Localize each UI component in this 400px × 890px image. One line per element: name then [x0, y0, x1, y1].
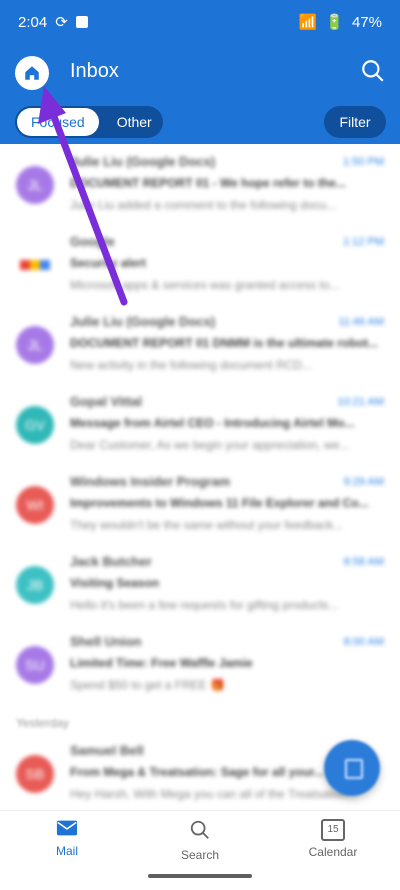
- email-row[interactable]: JB Jack Butcher 8:58 AM Visiting Season …: [0, 546, 400, 626]
- email-subject: Security alert: [70, 256, 147, 270]
- email-time: 8:58 AM: [343, 556, 384, 568]
- nav-mail[interactable]: Mail: [12, 819, 122, 858]
- email-preview: Dear Customer, As we begin your apprecia…: [70, 438, 350, 452]
- nav-calendar-label: Calendar: [308, 845, 358, 859]
- email-sender: Windows Insider Program: [70, 474, 231, 489]
- app-bar: Inbox Focused Other Filter: [0, 44, 400, 144]
- email-preview: They wouldn't be the same without your f…: [70, 518, 344, 532]
- home-icon: [25, 66, 39, 80]
- email-subject: DOCUMENT REPORT 01 DNMM is the ultimate …: [70, 336, 379, 350]
- calendar-icon: 15: [321, 819, 345, 841]
- tab-other[interactable]: Other: [103, 108, 163, 136]
- email-sender: Shell Union: [70, 634, 142, 649]
- email-preview: Spend $50 to get a FREE 🎁: [70, 678, 226, 692]
- avatar: SB: [16, 755, 54, 793]
- email-sender: Gopal Vittal: [70, 394, 142, 409]
- email-sender: Samuel Bell: [70, 743, 144, 758]
- home-button[interactable]: [15, 56, 49, 90]
- email-time: 1:50 PM: [343, 156, 384, 168]
- status-left: 2:04 ⟳: [18, 13, 88, 31]
- avatar: [16, 246, 54, 284]
- email-time: 8:00 AM: [343, 636, 384, 648]
- email-row[interactable]: Google 1:12 PM Security alert Microsoft …: [0, 226, 400, 306]
- home-indicator[interactable]: [148, 874, 252, 878]
- mail-icon: [56, 820, 78, 836]
- status-right: 📶 🔋 47%: [298, 13, 382, 32]
- avatar: WI: [16, 486, 54, 524]
- compose-icon: [345, 759, 363, 779]
- bottom-nav: Mail Search 15 Calendar: [0, 810, 400, 890]
- email-preview: New activity in the following document R…: [70, 358, 313, 372]
- email-subject: Limited Time: Free Waffle Jamie: [70, 656, 253, 670]
- email-row[interactable]: SU Shell Union 8:00 AM Limited Time: Fre…: [0, 626, 400, 706]
- sync-icon: ⟳: [55, 14, 68, 31]
- app-icon: [75, 16, 88, 28]
- email-sender: Jack Butcher: [70, 554, 152, 569]
- tab-focused[interactable]: Focused: [17, 108, 99, 136]
- email-sender: Google: [70, 234, 115, 249]
- page-title: Inbox: [70, 60, 119, 82]
- nav-mail-label: Mail: [55, 844, 78, 858]
- nav-calendar[interactable]: 15 Calendar: [278, 819, 388, 859]
- search-icon: [190, 820, 209, 839]
- avatar: SU: [16, 646, 54, 684]
- email-row[interactable]: JL Julie Liu (Google Docs) 11:46 AM DOCU…: [0, 306, 400, 386]
- wifi-icon: 📶: [298, 14, 318, 31]
- avatar: GV: [16, 406, 54, 444]
- compose-button[interactable]: [324, 740, 380, 796]
- email-preview: Hello it's been a few requests for gifti…: [70, 598, 339, 612]
- search-icon: [362, 60, 384, 82]
- email-time: 10:21 AM: [337, 396, 384, 408]
- search-button[interactable]: [360, 58, 386, 84]
- battery-icon: 🔋: [325, 14, 344, 31]
- email-row[interactable]: GV Gopal Vittal 10:21 AM Message from Ai…: [0, 386, 400, 466]
- avatar: JB: [16, 566, 54, 604]
- email-sender: Julie Liu (Google Docs): [70, 314, 216, 329]
- tab-group: Focused Other: [15, 106, 163, 138]
- status-bar: 2:04 ⟳ 📶 🔋 47%: [0, 0, 400, 44]
- email-time: 1:12 PM: [343, 236, 384, 248]
- email-subject: Visiting Season: [70, 576, 160, 590]
- nav-search-label: Search: [180, 848, 220, 862]
- avatar: JL: [16, 166, 54, 204]
- email-list: JL Julie Liu (Google Docs) 1:50 PM DOCUM…: [0, 146, 400, 706]
- filter-button[interactable]: Filter: [324, 106, 386, 138]
- email-subject: Message from Airtel CEO - Introducing Ai…: [70, 416, 355, 430]
- battery-percent: 47%: [351, 13, 382, 31]
- email-sender: Julie Liu (Google Docs): [70, 154, 216, 169]
- email-row[interactable]: JL Julie Liu (Google Docs) 1:50 PM DOCUM…: [0, 146, 400, 226]
- nav-search[interactable]: Search: [145, 819, 255, 862]
- email-preview: Microsoft apps & services was granted ac…: [70, 278, 340, 292]
- email-subject: Improvements to Windows 11 File Explorer…: [70, 496, 369, 510]
- email-time: 9:29 AM: [343, 476, 384, 488]
- email-preview: Julie Liu added a comment to the followi…: [70, 198, 337, 212]
- email-time: 11:46 AM: [338, 316, 384, 328]
- status-time: 2:04: [18, 13, 48, 31]
- avatar: JL: [16, 326, 54, 364]
- calendar-day: 15: [327, 824, 339, 835]
- section-label: Yesterday: [16, 716, 69, 730]
- email-subject: DOCUMENT REPORT 01 - We hope refer to th…: [70, 176, 346, 190]
- email-row[interactable]: WI Windows Insider Program 9:29 AM Impro…: [0, 466, 400, 546]
